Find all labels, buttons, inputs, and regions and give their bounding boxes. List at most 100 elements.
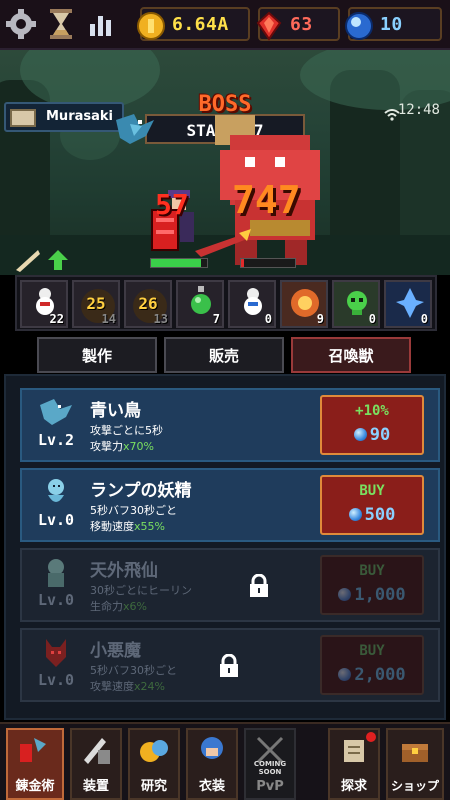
nav-label: PvP bbox=[256, 779, 284, 794]
ruby-icon bbox=[256, 11, 282, 41]
player-hp-bar bbox=[150, 258, 208, 268]
buy-button[interactable]: BUY 2,000 bbox=[320, 635, 424, 695]
skull-scroll-icon bbox=[347, 291, 367, 315]
gem-icon bbox=[338, 668, 352, 681]
summon-card-blue-bird[interactable]: Lv.2 青い鳥 攻撃ごとに5秒 攻撃力x70% +10% 90 bbox=[20, 388, 440, 462]
summon-stat: 攻撃力x70% bbox=[90, 438, 154, 454]
snowman-potion-icon bbox=[244, 288, 262, 315]
buy-button[interactable]: BUY 1,000 bbox=[320, 555, 424, 615]
scroll-icon bbox=[344, 740, 364, 762]
item-slot-skull-scroll[interactable]: 0 bbox=[332, 280, 380, 328]
nav-label: 探求 bbox=[340, 779, 367, 794]
stat-value: x6% bbox=[123, 600, 147, 613]
item-slot-fire-scroll[interactable]: 9 bbox=[280, 280, 328, 328]
summon-name: 小悪魔 bbox=[90, 641, 141, 661]
bottom-nav: 錬金術 装置 研究 衣装 COMING SOON PvP 探求 ショップ bbox=[0, 722, 450, 800]
clock: 12:48 bbox=[397, 102, 440, 118]
stats-icon[interactable] bbox=[84, 7, 118, 41]
stat-value: x55% bbox=[134, 520, 165, 533]
game-screen: 6.64A 63 10 Murasaki BOSS STAGE 17 bbox=[0, 0, 450, 800]
coming-soon-label: COMING SOON bbox=[253, 760, 287, 776]
nav-research[interactable]: 研究 bbox=[128, 728, 180, 800]
gold-counter: 6.64A bbox=[137, 7, 250, 41]
tab-label: 製作 bbox=[81, 346, 112, 365]
nav-equipment[interactable]: 装置 bbox=[70, 728, 122, 800]
alchemy-icon bbox=[20, 738, 46, 762]
gold-coin-icon bbox=[137, 12, 165, 40]
item-count: 0 bbox=[368, 312, 376, 326]
player-name-tag[interactable]: Murasaki bbox=[4, 102, 124, 132]
ruby-value: 63 bbox=[290, 14, 313, 35]
stat-label: 移動速度 bbox=[90, 520, 134, 533]
summon-card-lamp-fairy[interactable]: Lv.0 ランプの妖精 5秒バフ30秒ごと 移動速度x55% BUY 500 bbox=[20, 468, 440, 542]
price-value: 2,000 bbox=[354, 665, 406, 685]
tab-label: 召喚獣 bbox=[328, 346, 374, 365]
summon-thumb: Lv.0 bbox=[28, 475, 84, 535]
upgrade-button[interactable]: +10% 90 bbox=[320, 395, 424, 455]
item-count: 9 bbox=[316, 312, 324, 326]
green-potion-icon bbox=[191, 286, 211, 314]
mail-icon[interactable] bbox=[10, 109, 36, 127]
buy-button[interactable]: BUY 500 bbox=[320, 475, 424, 535]
summon-level: Lv.0 bbox=[37, 511, 75, 529]
gem-icon bbox=[345, 12, 373, 40]
top-bar: 6.64A 63 10 bbox=[0, 0, 450, 50]
lamp-fairy-icon bbox=[48, 479, 64, 502]
summon-desc: 攻撃ごとに5秒 bbox=[90, 424, 163, 437]
button-top-label: +10% bbox=[355, 403, 389, 419]
stat-label: 生命力 bbox=[90, 600, 123, 613]
tab-summon[interactable]: 召喚獣 bbox=[291, 337, 411, 373]
coin-stack-icon bbox=[140, 740, 168, 762]
item-slot-snowman-potion-2[interactable]: 0 bbox=[228, 280, 276, 328]
player-hp-fill bbox=[151, 259, 202, 267]
upgrade-arrow-icon[interactable] bbox=[46, 248, 70, 272]
nav-label: 衣装 bbox=[198, 779, 225, 794]
tab-sell[interactable]: 販売 bbox=[164, 337, 284, 373]
item-slot-gold-coin-26[interactable]: 26 13 bbox=[124, 280, 172, 328]
price-value: 500 bbox=[364, 505, 396, 525]
summon-level: Lv.0 bbox=[37, 591, 75, 609]
items-row: 22 25 14 26 13 7 0 9 0 0 bbox=[15, 275, 437, 331]
nav-shop[interactable]: ショップ bbox=[386, 728, 444, 800]
summon-card-imp[interactable]: Lv.0 小悪魔 5秒バフ30秒ごと 攻撃速度x24% BUY 2,000 bbox=[20, 628, 440, 702]
summon-thumb: Lv.2 bbox=[28, 395, 84, 455]
summon-level: Lv.0 bbox=[37, 671, 75, 689]
lock-icon bbox=[250, 574, 268, 597]
hourglass-icon[interactable] bbox=[44, 7, 78, 41]
summon-desc: 30秒ごとにヒーリン bbox=[90, 584, 192, 597]
boss-hp-fill bbox=[241, 259, 244, 267]
gem-icon bbox=[338, 588, 352, 601]
item-count: 0 bbox=[420, 312, 428, 326]
nav-quest[interactable]: 探求 bbox=[328, 728, 380, 800]
item-count: 0 bbox=[264, 312, 272, 326]
bird-pet-sprite bbox=[116, 114, 154, 144]
summon-stat: 生命力x6% bbox=[90, 598, 147, 614]
button-price: 500 bbox=[322, 505, 422, 525]
item-value: 25 bbox=[86, 294, 106, 313]
item-slot-snowman-potion[interactable]: 22 bbox=[20, 280, 68, 328]
summon-card-celestial[interactable]: Lv.0 天外飛仙 30秒ごとにヒーリン 生命力x6% BUY 1,000 bbox=[20, 548, 440, 622]
button-top-label: BUY bbox=[359, 563, 385, 579]
summon-level: Lv.2 bbox=[37, 431, 75, 449]
item-count: 13 bbox=[153, 312, 168, 326]
item-slot-gold-coin-25[interactable]: 25 14 bbox=[72, 280, 120, 328]
damage-number-large: 747 bbox=[232, 178, 301, 222]
nav-label: 装置 bbox=[82, 779, 109, 794]
item-count: 22 bbox=[49, 312, 64, 326]
stat-label: 攻撃力 bbox=[90, 440, 123, 453]
nav-pvp[interactable]: COMING SOON PvP bbox=[244, 728, 296, 800]
item-slot-green-potion[interactable]: 7 bbox=[176, 280, 224, 328]
sword-shield-icon bbox=[84, 738, 110, 764]
summon-desc: 5秒バフ30秒ごと bbox=[90, 664, 177, 677]
nav-alchemy[interactable]: 錬金術 bbox=[6, 728, 64, 800]
button-top-label: BUY bbox=[359, 483, 385, 499]
gem-icon bbox=[348, 508, 362, 521]
quill-skill-icon[interactable] bbox=[14, 248, 42, 272]
tab-craft[interactable]: 製作 bbox=[37, 337, 157, 373]
price-value: 90 bbox=[369, 425, 391, 445]
character-icon bbox=[201, 737, 223, 759]
blue-bird-icon bbox=[40, 399, 72, 425]
gear-icon[interactable] bbox=[4, 7, 38, 41]
nav-costume[interactable]: 衣装 bbox=[186, 728, 238, 800]
item-slot-ice-scroll[interactable]: 0 bbox=[384, 280, 432, 328]
